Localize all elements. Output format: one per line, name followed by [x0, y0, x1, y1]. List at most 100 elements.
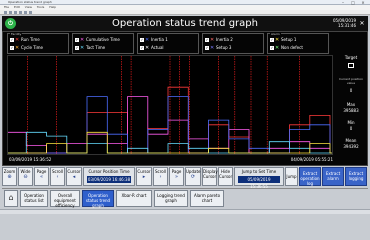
- page-back-button[interactable]: Page «: [34, 167, 49, 186]
- nav-overall-equipment-efficiency[interactable]: Overall equipment efficiency: [50, 190, 80, 208]
- page-title: Operation status trend graph: [112, 18, 258, 29]
- legend-item[interactable]: ✓ ✕ Setup 3: [205, 45, 265, 51]
- legend-item-label: Setup 3: [216, 45, 232, 50]
- toolbar-icon[interactable]: [9, 11, 12, 14]
- series-marker-icon: ✕: [15, 37, 20, 43]
- legend-checkbox[interactable]: ✓: [270, 38, 274, 42]
- datetime: 05/09/2019 15:31:46: [333, 18, 356, 28]
- toolbar-icon[interactable]: [19, 11, 22, 14]
- legend-item-label: Cumulative Time: [86, 37, 120, 42]
- toolbar-icon[interactable]: [29, 11, 32, 14]
- legend-group-label: Alarm: [270, 32, 281, 36]
- legend-item[interactable]: ✓ ✕ Cycle Time: [10, 45, 70, 51]
- legend-item-label: Actual: [151, 45, 164, 50]
- legend-group-label: Facility: [10, 32, 23, 36]
- zoom-in-icon: ⊕: [7, 174, 12, 180]
- toolbar: [0, 10, 370, 15]
- time-display: 15:31:46: [338, 23, 356, 28]
- extract-operation-log-button[interactable]: Extract operation log: [299, 167, 321, 186]
- legend-item-label: Run Time: [21, 37, 40, 42]
- series-marker-icon: ✕: [210, 37, 215, 43]
- legend-checkbox[interactable]: ✓: [205, 38, 209, 42]
- menu-help[interactable]: Help: [49, 5, 56, 9]
- right-icon: ›: [159, 174, 162, 180]
- cursor-forward-button[interactable]: Cursor ▸: [136, 167, 152, 186]
- legend-item[interactable]: ✓ ✕ Inertia 2: [205, 37, 265, 43]
- cursor-left-icon: ◂: [72, 174, 76, 180]
- legend-item-label: Setup 1: [281, 37, 297, 42]
- legend-checkbox[interactable]: ✓: [75, 38, 79, 42]
- toolbar-icon[interactable]: [14, 11, 17, 14]
- scroll-forward-button[interactable]: Scroll ›: [153, 167, 168, 186]
- legend-item[interactable]: ✓ ✕ Actual: [140, 45, 200, 51]
- menu-edit[interactable]: Edit: [14, 5, 20, 9]
- page-forward-button[interactable]: Page»: [169, 167, 184, 186]
- legend-item-label: Cycle Time: [21, 45, 43, 50]
- nav-logging-trend-graph[interactable]: Logging trend graph: [154, 190, 188, 207]
- series-marker-icon: ✕: [145, 37, 150, 43]
- app-header: ⏻ Operation status trend graph 05/09/201…: [2, 16, 368, 31]
- legend-checkbox[interactable]: ✓: [10, 38, 14, 42]
- legend-item[interactable]: ✓ ✕ Non defect: [270, 45, 330, 51]
- min-label: Min: [347, 120, 355, 125]
- refresh-icon: ⟳: [190, 174, 196, 180]
- jump-button[interactable]: Jump: [285, 167, 298, 186]
- max-value: 395883: [343, 108, 359, 113]
- series-marker-icon: ✕: [80, 37, 85, 43]
- legend-item[interactable]: ✓ ✕ Setup 1: [270, 37, 330, 43]
- legend-item-label: Inertia 1: [151, 37, 168, 42]
- cursor-right-icon: ▸: [142, 174, 146, 180]
- legend-item[interactable]: ✓ ✕ Cumulative Time: [75, 37, 135, 43]
- graph-controls: Zoom ⊕ Wide ⊖ Page « Scroll ‹ Cursor ◂ Cursor…: [2, 167, 368, 189]
- legend-checkbox[interactable]: ✓: [140, 46, 144, 50]
- home-icon[interactable]: ⌂: [4, 190, 18, 207]
- display-cursor-button[interactable]: Display Cursor: [202, 167, 218, 186]
- nav-xbar-r-chart[interactable]: Xbar-R chart: [116, 190, 152, 207]
- legend-checkbox[interactable]: ✓: [270, 46, 274, 50]
- nav-operation-status-trend-graph[interactable]: Operation status trend graph: [82, 190, 114, 208]
- menu-view[interactable]: View: [25, 5, 32, 9]
- wide-button[interactable]: Wide ⊖: [18, 167, 33, 186]
- menu-file[interactable]: File: [4, 5, 9, 9]
- cursor-position-time: Cursor Position Time 03/09/2019 16:46:38: [83, 167, 135, 186]
- time-start-label: 03/09/2019 15:36:52: [9, 157, 52, 162]
- nav-alarm-pareto-chart[interactable]: Alarm pareto chart: [190, 190, 224, 207]
- legend-group: ✓ ✕ Inertia 1 ✓ ✕ Actual: [137, 33, 199, 54]
- extract-alarm-button[interactable]: Extract alarm: [322, 167, 344, 186]
- legend-item[interactable]: ✓ ✕ Inertia 1: [140, 37, 200, 43]
- legend-checkbox[interactable]: ✓: [75, 46, 79, 50]
- legend-checkbox[interactable]: ✓: [205, 46, 209, 50]
- plot-area[interactable]: [7, 55, 333, 155]
- target-label: Target: [344, 55, 358, 60]
- update-button[interactable]: Update ⟳: [185, 167, 201, 186]
- time-end-label: 04/09/2019 05:55:21: [290, 157, 333, 162]
- nav-operation-status-list[interactable]: Operation status list: [20, 190, 48, 207]
- close-icon[interactable]: ✕: [358, 19, 366, 28]
- extract-logging-button[interactable]: Extract logging: [345, 167, 367, 186]
- stats-panel: Target Current position value 0 Max 3958…: [335, 55, 367, 165]
- menu-tools[interactable]: Tools: [37, 5, 44, 9]
- series-marker-icon: ✕: [80, 45, 85, 51]
- series-marker-icon: ✕: [275, 45, 280, 51]
- legend: Facility ✓ ✕ Run Time ✓ ✕ Cycle Time ✓ ✕ Cumulati…: [7, 33, 332, 54]
- double-right-icon: »: [174, 174, 179, 180]
- series-marker-icon: ✕: [210, 45, 215, 51]
- legend-item[interactable]: ✓ ✕ Tact Time: [75, 45, 135, 51]
- zoom-button[interactable]: Zoom ⊕: [2, 167, 17, 186]
- scroll-back-button[interactable]: Scroll ‹: [50, 167, 65, 186]
- cursor-back-button[interactable]: Cursor ◂: [66, 167, 82, 186]
- hide-cursor-button[interactable]: Hide Cursor: [218, 167, 233, 186]
- toolbar-icon[interactable]: [24, 11, 27, 14]
- trend-graph-panel: Facility ✓ ✕ Run Time ✓ ✕ Cycle Time ✓ ✕ Cumulati…: [2, 31, 368, 166]
- series-marker-icon: ✕: [15, 45, 20, 51]
- jump-time-input[interactable]: 05/09/2019 15:36:55: [238, 176, 280, 189]
- current-position-label: Current position value: [338, 77, 364, 85]
- trend-chart[interactable]: [8, 56, 332, 154]
- legend-checkbox[interactable]: ✓: [10, 46, 14, 50]
- toolbar-icon[interactable]: [4, 11, 7, 14]
- legend-group: ✓ ✕ Inertia 2 ✓ ✕ Setup 3: [202, 33, 264, 54]
- target-checkbox[interactable]: [348, 63, 354, 68]
- legend-checkbox[interactable]: ✓: [140, 38, 144, 42]
- jump-to-set-time: Jump to Set Time 05/09/2019 15:36:55: [234, 167, 284, 189]
- legend-item[interactable]: ✓ ✕ Run Time: [10, 37, 70, 43]
